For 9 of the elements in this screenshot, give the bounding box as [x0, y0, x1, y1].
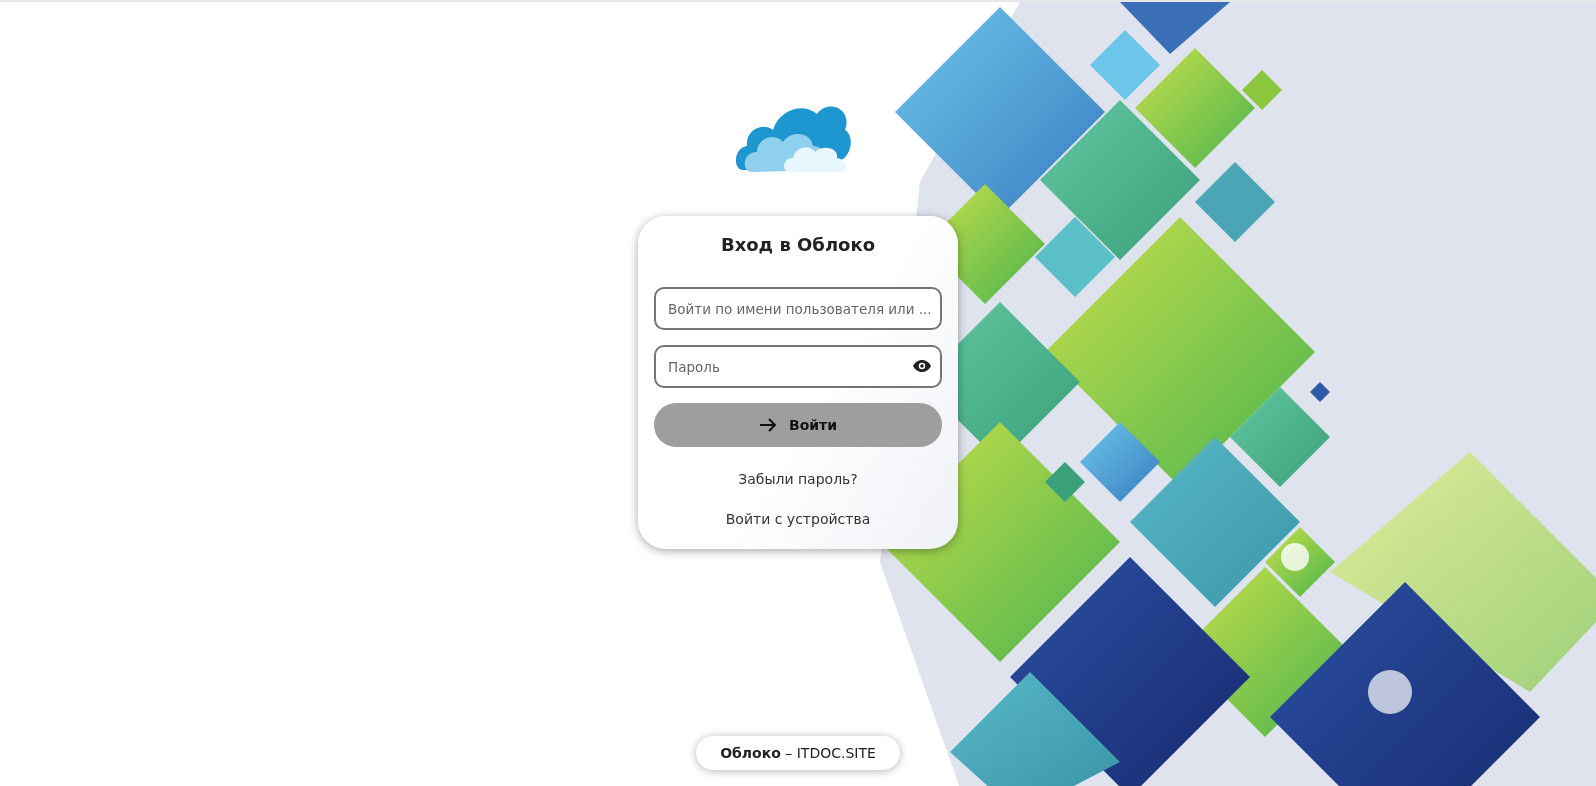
footer-label: Облоко – ITDOC.SITE — [696, 736, 900, 770]
username-field[interactable]: Войти по имени пользователя или ... — [654, 287, 942, 330]
eye-icon[interactable] — [913, 360, 931, 372]
forgot-password-link[interactable]: Забыли пароль? — [738, 471, 858, 487]
login-button[interactable]: Войти — [654, 403, 942, 447]
arrow-right-icon — [759, 417, 777, 433]
login-title: Вход в Облоко — [719, 234, 877, 255]
password-field[interactable]: Пароль — [654, 345, 942, 388]
device-login-link[interactable]: Войти с устройства — [725, 511, 871, 527]
